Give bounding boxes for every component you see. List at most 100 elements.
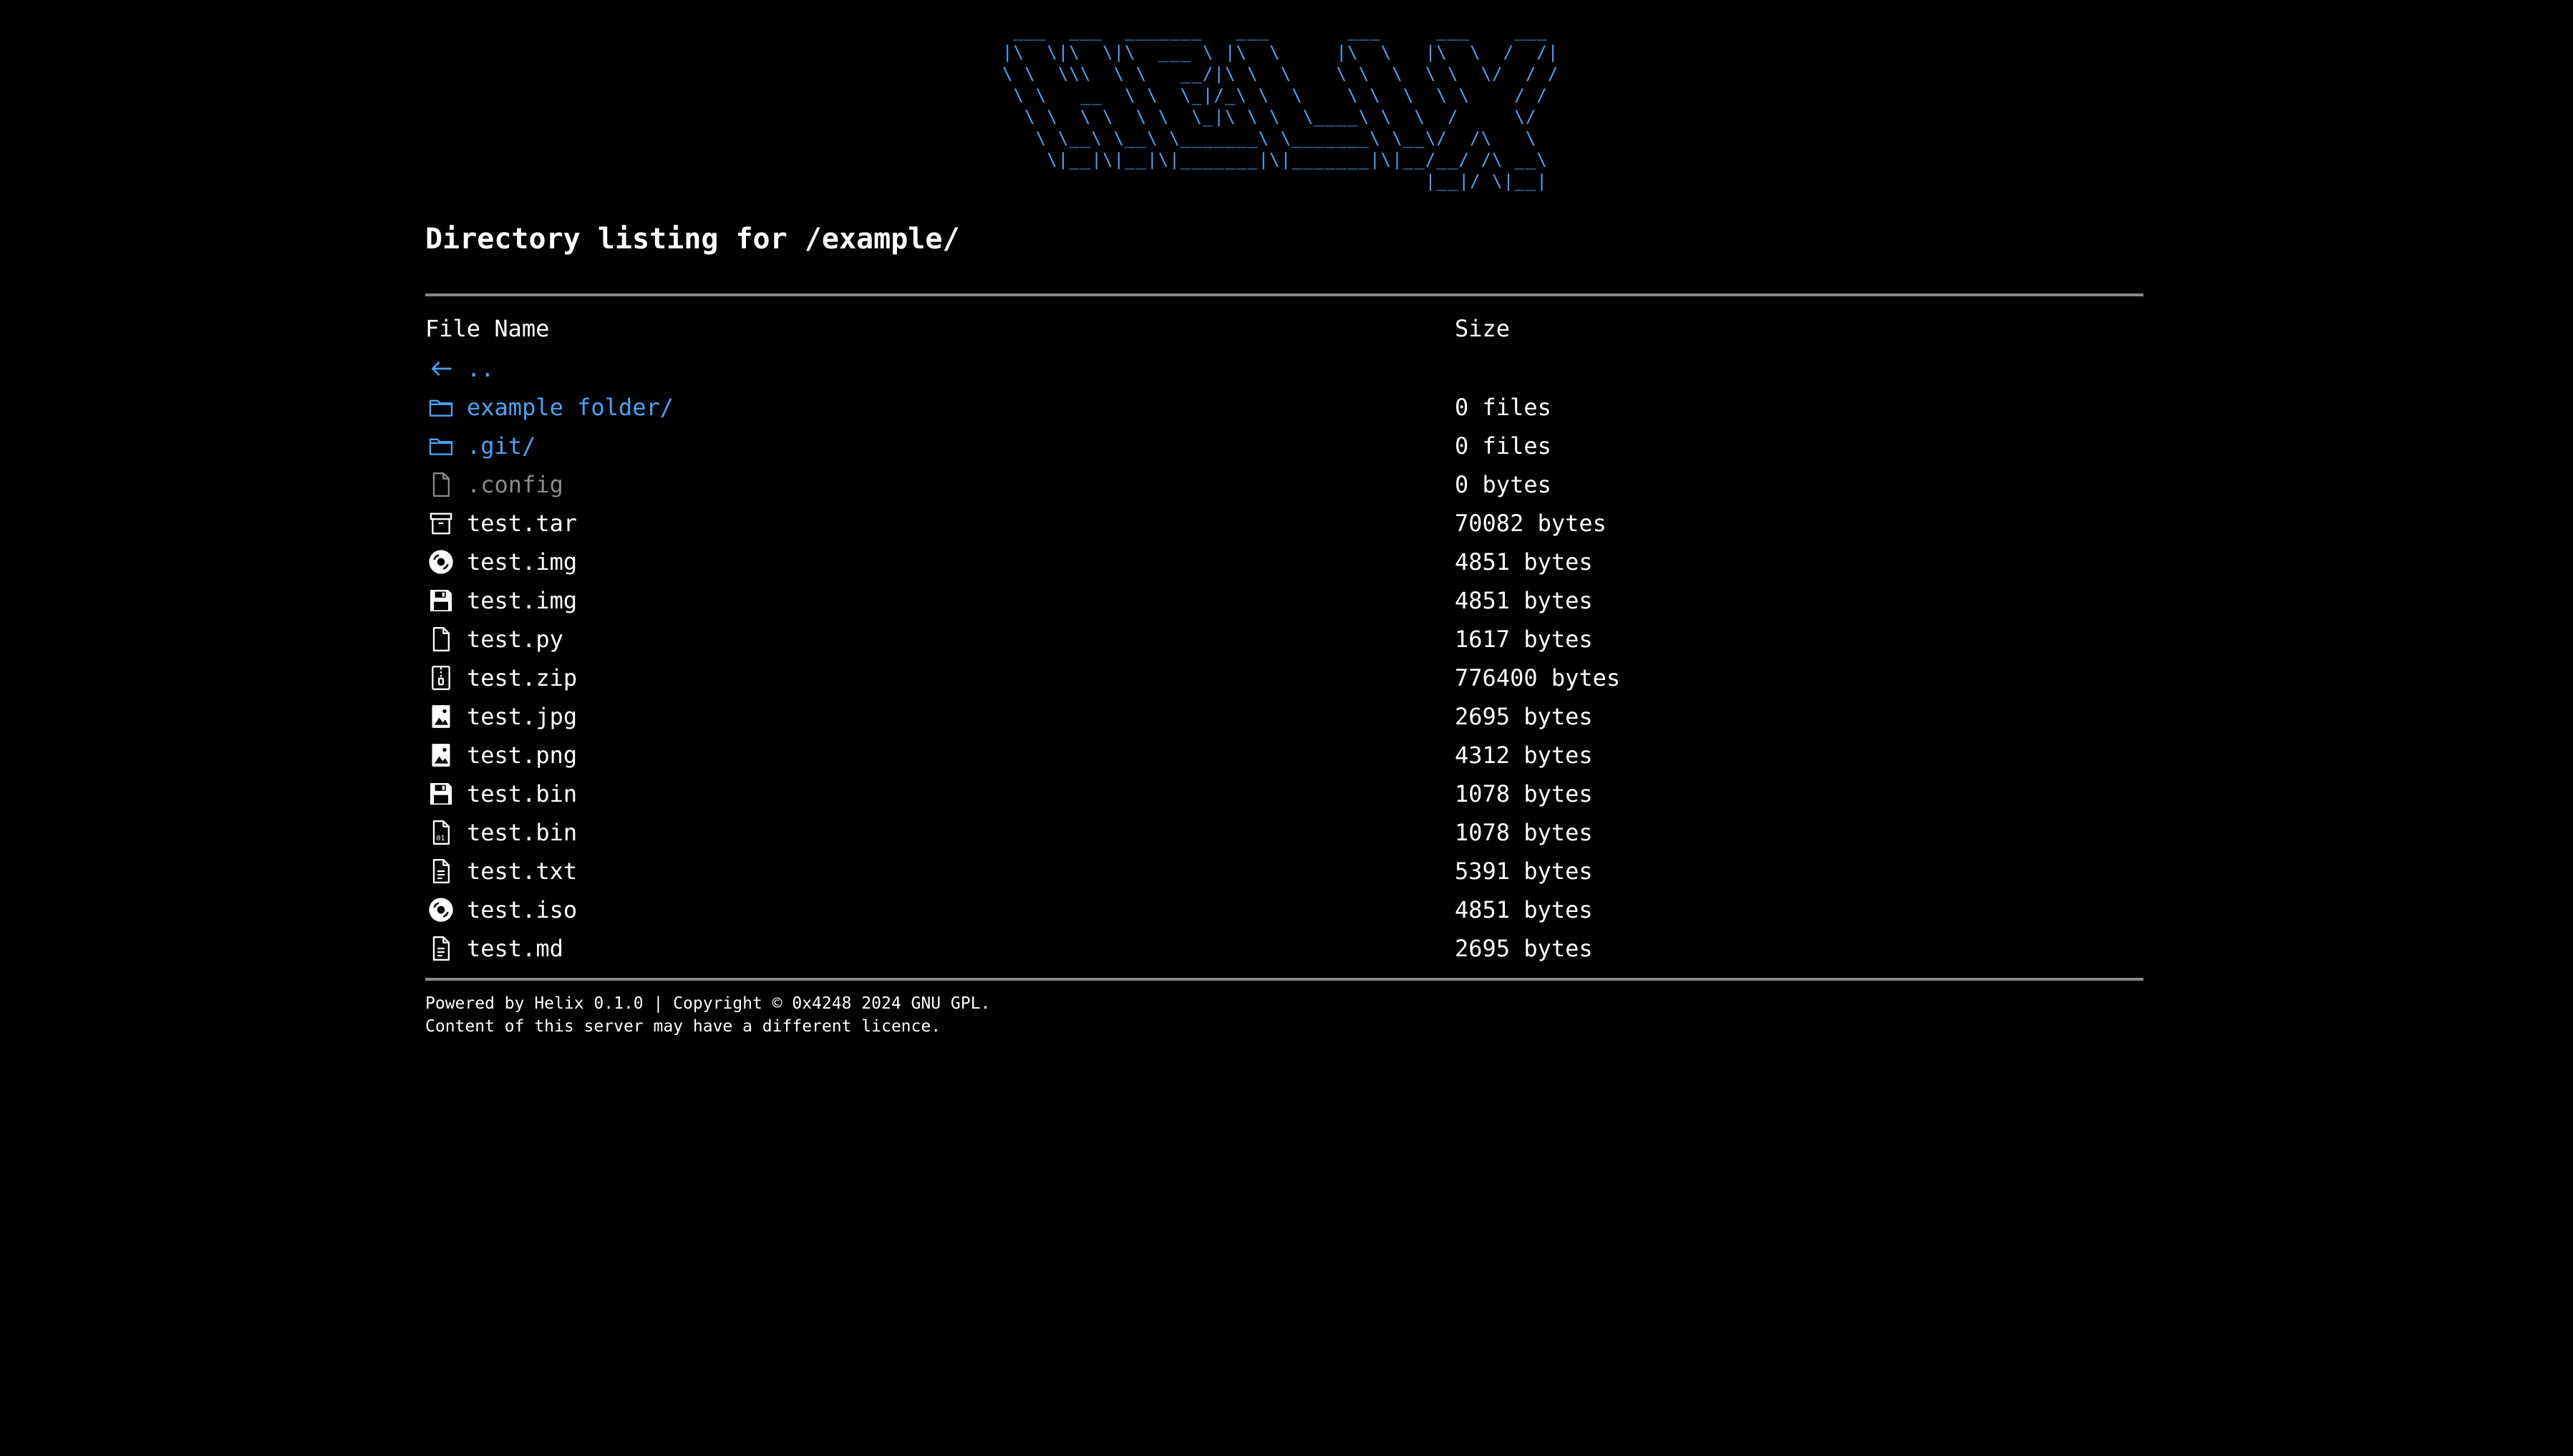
file-name-wrapper: test.png (425, 739, 1455, 771)
table-row: 01 test.bin 1078 bytes (425, 813, 2143, 852)
table-row: test.iso 4851 bytes (425, 890, 2143, 929)
back-arrow-icon (425, 353, 457, 384)
file-link[interactable]: example folder/ (467, 394, 674, 421)
file-name-cell: .git/ (425, 427, 1455, 465)
file-name-cell: test.zip (425, 659, 1455, 697)
table-header-row: File Name Size (425, 308, 2143, 349)
file-name-wrapper: 01 test.bin (425, 817, 1455, 848)
file-size-cell: 4851 bytes (1455, 587, 1593, 614)
file-link[interactable]: test.py (467, 626, 563, 653)
file-name-cell: test.jpg (425, 697, 1455, 736)
file-link[interactable]: test.bin (467, 780, 577, 807)
file-name-wrapper: test.img (425, 546, 1455, 578)
file-link[interactable]: test.bin (467, 819, 577, 846)
file-name-cell: .. (425, 349, 1455, 388)
table-row: .git/0 files (425, 427, 2143, 465)
file-name-wrapper: .config (425, 469, 1455, 500)
file-name-cell: test.md (425, 929, 1455, 968)
file-name-cell: test.img (425, 581, 1455, 620)
file-size-cell: 776400 bytes (1455, 664, 1621, 691)
table-row: test.txt 5391 bytes (425, 852, 2143, 890)
top-divider (425, 293, 2143, 296)
file-size-cell: 1617 bytes (1455, 626, 1593, 653)
file-size-cell: 1078 bytes (1455, 780, 1593, 807)
archive-icon (425, 508, 457, 539)
file-size-cell: 0 files (1455, 432, 1551, 460)
page-title: Directory listing for /example/ (425, 223, 960, 256)
file-size-cell: 4312 bytes (1455, 742, 1593, 769)
footer-licence-note: Content of this server may have a differ… (425, 1017, 941, 1036)
file-size-cell: 0 files (1455, 394, 1551, 421)
column-header-size: Size (1455, 315, 1511, 342)
file-name-wrapper: test.tar (425, 508, 1455, 539)
image-file-icon (425, 701, 457, 732)
file-size-cell: 2695 bytes (1455, 935, 1593, 962)
file-link[interactable]: test.png (467, 742, 577, 769)
file-name-cell: test.img (425, 543, 1455, 581)
file-link[interactable]: test.img (467, 587, 577, 614)
file-size-cell: 1078 bytes (1455, 819, 1593, 846)
file-name-wrapper: example folder/ (425, 392, 1455, 423)
file-rows: .. example folder/0 files .git/0 files .con… (425, 349, 2143, 968)
table-row: example folder/0 files (425, 388, 2143, 427)
disc-icon (425, 894, 457, 926)
file-name-wrapper: test.iso (425, 894, 1455, 926)
file-size-cell: 4851 bytes (1455, 548, 1593, 576)
file-name-cell: test.py (425, 620, 1455, 659)
file-name-cell: .config (425, 465, 1455, 504)
file-link[interactable]: test.iso (467, 896, 577, 923)
file-size-cell: 70082 bytes (1455, 510, 1607, 537)
file-size-cell (1455, 349, 2143, 388)
table-row: .. (425, 349, 2143, 388)
table-row: test.tar 70082 bytes (425, 504, 2143, 543)
disc-icon (425, 546, 457, 578)
file-link[interactable]: test.zip (467, 664, 577, 691)
folder-icon (425, 430, 457, 462)
table-row: test.img 4851 bytes (425, 543, 2143, 581)
file-name-cell: test.iso (425, 890, 1455, 929)
table-row: test.png 4312 bytes (425, 736, 2143, 775)
column-header-name: File Name (425, 315, 550, 342)
file-name-wrapper: test.img (425, 585, 1455, 616)
file-icon (425, 469, 457, 500)
helix-ascii-logo: ___ ___ _______ ___ ___ ___ ___ |\ \|\ \… (1002, 21, 1559, 191)
file-name-wrapper: test.jpg (425, 701, 1455, 732)
table-row: test.md 2695 bytes (425, 929, 2143, 968)
table-row: test.jpg 2695 bytes (425, 697, 2143, 736)
file-link[interactable]: .git/ (467, 432, 536, 460)
file-size-cell: 0 bytes (1455, 471, 1551, 498)
listing-container: Directory listing for /example/ File Nam… (425, 219, 2143, 1038)
file-icon (425, 623, 457, 655)
footer: Powered by Helix 0.1.0 | Copyright © 0x4… (425, 992, 2143, 1038)
file-link[interactable]: test.md (467, 935, 563, 962)
table-row: test.zip 776400 bytes (425, 659, 2143, 697)
file-link[interactable]: test.img (467, 548, 577, 576)
file-size-cell: 2695 bytes (1455, 703, 1593, 730)
file-size-cell: 5391 bytes (1455, 858, 1593, 885)
file-name-wrapper: .. (425, 353, 1455, 384)
file-name-cell: 01 test.bin (425, 813, 1455, 852)
file-table: File Name Size .. example folder/0 files.… (425, 308, 2143, 968)
table-row: test.bin 1078 bytes (425, 775, 2143, 813)
file-link[interactable]: test.jpg (467, 703, 577, 730)
floppy-disk-icon (425, 585, 457, 616)
svg-text:01: 01 (436, 835, 445, 843)
zip-file-icon (425, 662, 457, 694)
file-link[interactable]: test.tar (467, 510, 577, 537)
file-name-wrapper: test.md (425, 933, 1455, 964)
file-name-cell: test.tar (425, 504, 1455, 543)
file-name-wrapper: test.txt (425, 855, 1455, 887)
file-name-cell: test.png (425, 736, 1455, 775)
text-file-icon (425, 855, 457, 887)
binary-file-icon: 01 (425, 817, 457, 848)
folder-icon (425, 392, 457, 423)
text-file-icon (425, 933, 457, 964)
file-link[interactable]: test.txt (467, 858, 577, 885)
file-size-cell: 4851 bytes (1455, 896, 1593, 923)
file-link[interactable]: .config (467, 471, 563, 498)
footer-powered-by: Powered by Helix 0.1.0 | Copyright © 0x4… (425, 994, 991, 1013)
file-name-cell: test.txt (425, 852, 1455, 890)
file-name-cell: example folder/ (425, 388, 1455, 427)
file-name-wrapper: test.bin (425, 778, 1455, 810)
file-link[interactable]: .. (467, 355, 495, 382)
